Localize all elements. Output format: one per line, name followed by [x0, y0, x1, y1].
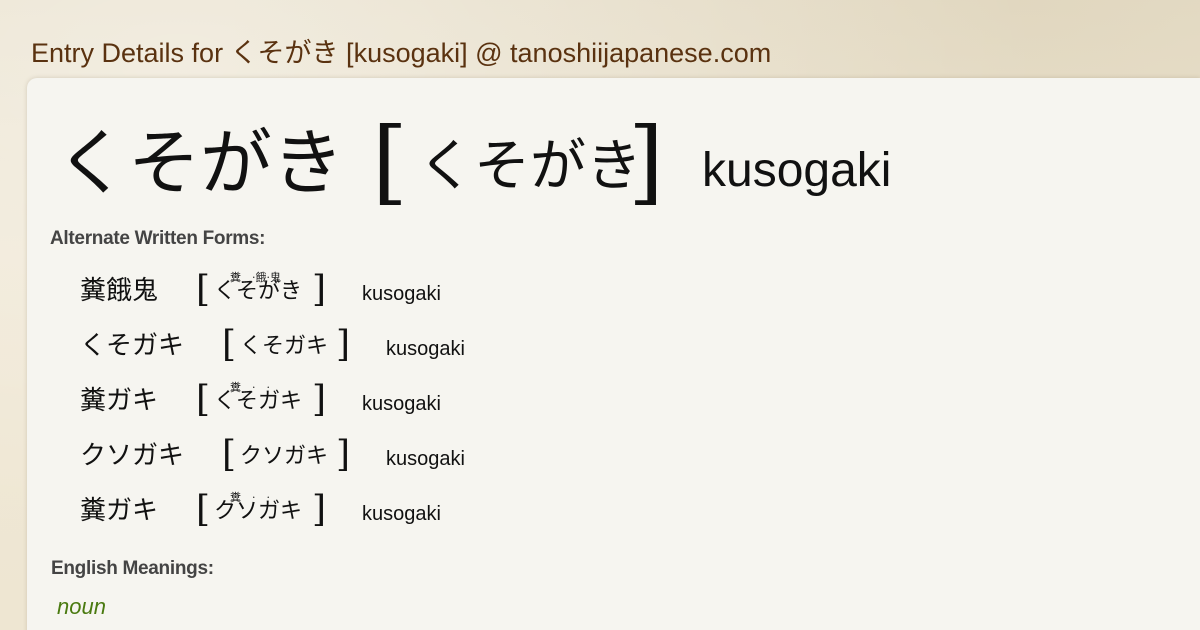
- alternate-form-row: 糞ガキ [ 糞 · · クソガキ ] kusogaki: [0, 486, 1200, 536]
- form-bracket-open: [: [196, 379, 211, 420]
- form-bracket-close: ]: [312, 489, 327, 530]
- form-romaji: kusogaki: [362, 283, 441, 305]
- form-furigana: 糞 · ·: [230, 491, 270, 504]
- form-bracket-open: [: [222, 434, 237, 475]
- alternate-form-row: くそガキ [ くそガキ ] kusogaki: [0, 321, 1200, 371]
- reading-bracket-open: [: [372, 108, 408, 215]
- alternate-form-row: 糞ガキ [ 糞 · · くそガキ ] kusogaki: [0, 376, 1200, 426]
- form-reading: 糞 · · クソガキ: [214, 491, 302, 527]
- part-of-speech: noun: [57, 594, 106, 619]
- alternate-form-row: 糞餓鬼 [ 糞 ·餓·鬼 くそがき ] kusogaki: [0, 266, 1200, 316]
- form-text: くそガキ: [80, 331, 185, 361]
- form-reading: 糞 ·餓·鬼 くそがき: [214, 271, 302, 307]
- headword: くそがき: [56, 121, 345, 205]
- form-text: 糞餓鬼: [80, 276, 159, 306]
- form-romaji: kusogaki: [362, 503, 441, 525]
- form-romaji: kusogaki: [362, 393, 441, 415]
- form-bracket-close: ]: [312, 379, 327, 420]
- form-bracket-close: ]: [336, 324, 351, 365]
- reading-bracket-close: ]: [628, 108, 664, 215]
- form-reading: 糞 · · くそガキ: [214, 381, 302, 417]
- form-romaji: kusogaki: [386, 448, 465, 470]
- form-furigana: 糞 ·餓·鬼: [230, 271, 281, 284]
- english-meanings-label: English Meanings:: [51, 558, 214, 579]
- form-bracket-open: [: [196, 269, 211, 310]
- form-furigana: 糞 · ·: [230, 381, 270, 394]
- form-text: 糞ガキ: [80, 496, 159, 526]
- form-text: 糞ガキ: [80, 386, 159, 416]
- form-reading-text: くそガキ: [240, 334, 329, 359]
- form-bracket-open: [: [196, 489, 211, 530]
- form-reading-text: クソガキ: [240, 444, 329, 469]
- headword-reading: くそがき: [418, 134, 642, 199]
- form-bracket-close: ]: [312, 269, 327, 310]
- headword-romaji: kusogaki: [702, 144, 892, 197]
- alternate-forms-label: Alternate Written Forms:: [50, 228, 266, 249]
- form-text: クソガキ: [80, 441, 185, 471]
- page-title: Entry Details for くそがき [kusogaki] @ tano…: [31, 38, 772, 68]
- form-romaji: kusogaki: [386, 338, 465, 360]
- form-bracket-close: ]: [336, 434, 351, 475]
- form-reading: クソガキ: [240, 442, 328, 472]
- form-bracket-open: [: [222, 324, 237, 365]
- form-reading: くそガキ: [240, 332, 328, 362]
- alternate-form-row: クソガキ [ クソガキ ] kusogaki: [0, 431, 1200, 481]
